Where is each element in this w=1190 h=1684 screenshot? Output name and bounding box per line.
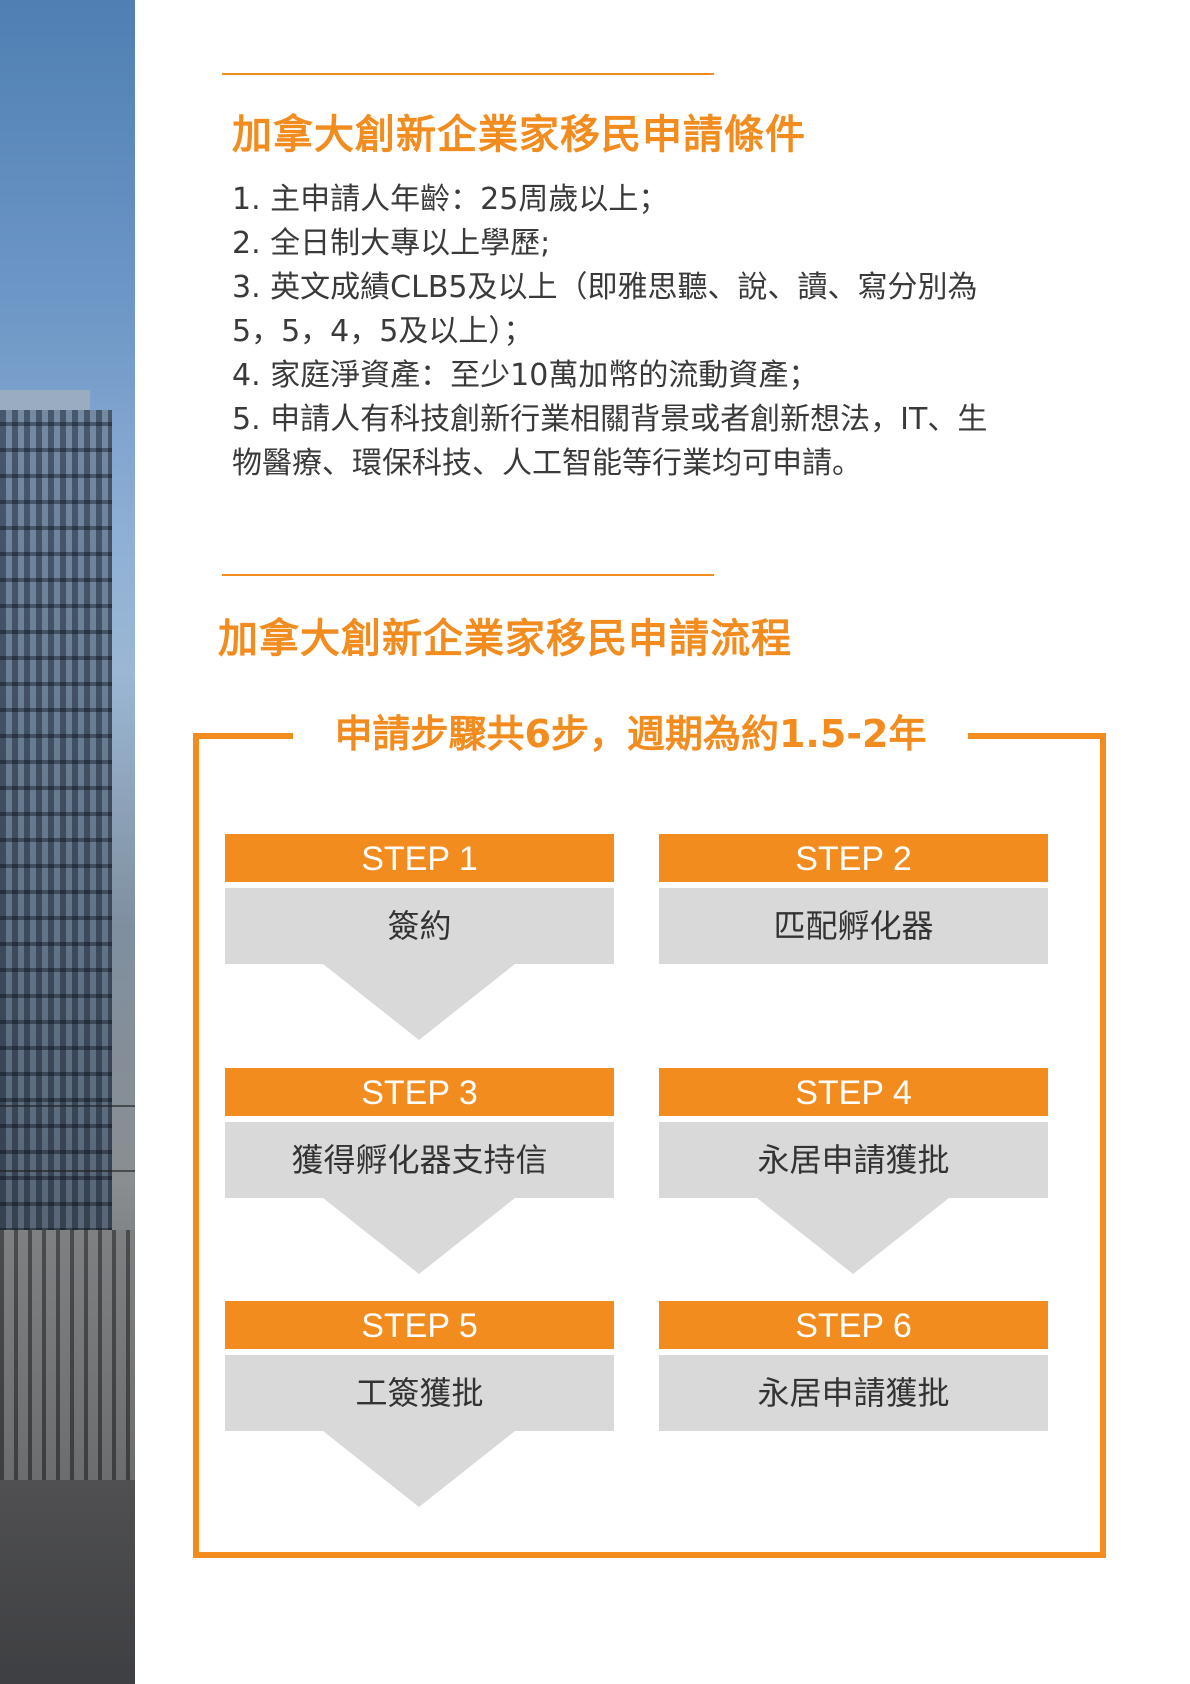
step-text: 工簽獲批 bbox=[225, 1355, 614, 1431]
down-arrow-icon bbox=[323, 1198, 515, 1274]
step-label: STEP 2 bbox=[659, 834, 1048, 882]
process-title: 加拿大創新企業家移民申請流程 bbox=[218, 616, 792, 662]
step-text: 匹配孵化器 bbox=[659, 888, 1048, 964]
step-card-4: STEP 4 永居申請獲批 bbox=[659, 1068, 1048, 1198]
step-text: 永居申請獲批 bbox=[659, 1122, 1048, 1198]
condition-line: 5. 申請人有科技創新行業相關背景或者創新想法，IT、生 bbox=[232, 402, 988, 437]
section-divider bbox=[222, 73, 714, 75]
conditions-title: 加拿大創新企業家移民申請條件 bbox=[232, 112, 806, 158]
step-card-1: STEP 1 簽約 bbox=[225, 834, 614, 964]
section-divider bbox=[222, 574, 714, 576]
step-card-6: STEP 6 永居申請獲批 bbox=[659, 1301, 1048, 1431]
condition-line: 3. 英文成績CLB5及以上（即雅思聽、說、讀、寫分別為 bbox=[232, 270, 978, 305]
condition-line: 2. 全日制大專以上學歷; bbox=[232, 226, 551, 261]
condition-line: 1. 主申請人年齡：25周歲以上； bbox=[232, 182, 669, 217]
frame-top-border bbox=[968, 733, 1106, 739]
step-label: STEP 6 bbox=[659, 1301, 1048, 1349]
city-photo-strip bbox=[0, 0, 135, 1684]
down-arrow-icon bbox=[323, 964, 515, 1040]
condition-line: 4. 家庭淨資產：至少10萬加幣的流動資產； bbox=[232, 358, 819, 393]
street bbox=[0, 1480, 135, 1684]
conditions-list: 1. 主申請人年齡：25周歲以上； 2. 全日制大專以上學歷; 3. 英文成績C… bbox=[232, 178, 1132, 486]
step-label: STEP 4 bbox=[659, 1068, 1048, 1116]
step-card-5: STEP 5 工簽獲批 bbox=[225, 1301, 614, 1431]
overhead-wire bbox=[0, 1105, 135, 1107]
low-rise-buildings bbox=[0, 1230, 135, 1480]
step-text: 簽約 bbox=[225, 888, 614, 964]
overhead-wire bbox=[0, 1170, 135, 1172]
down-arrow-icon bbox=[757, 1198, 949, 1274]
step-label: STEP 3 bbox=[225, 1068, 614, 1116]
down-arrow-icon bbox=[323, 1431, 515, 1507]
step-card-3: STEP 3 獲得孵化器支持信 bbox=[225, 1068, 614, 1198]
step-label: STEP 5 bbox=[225, 1301, 614, 1349]
condition-line: 物醫療、環保科技、人工智能等行業均可申請。 bbox=[232, 446, 862, 481]
step-card-2: STEP 2 匹配孵化器 bbox=[659, 834, 1048, 964]
step-text: 永居申請獲批 bbox=[659, 1355, 1048, 1431]
step-label: STEP 1 bbox=[225, 834, 614, 882]
frame-top-border bbox=[193, 733, 293, 739]
process-caption: 申請步驟共6步，週期為約1.5-2年 bbox=[334, 712, 927, 756]
step-text: 獲得孵化器支持信 bbox=[225, 1122, 614, 1198]
condition-line: 5，5，4，5及以上）； bbox=[232, 314, 534, 349]
